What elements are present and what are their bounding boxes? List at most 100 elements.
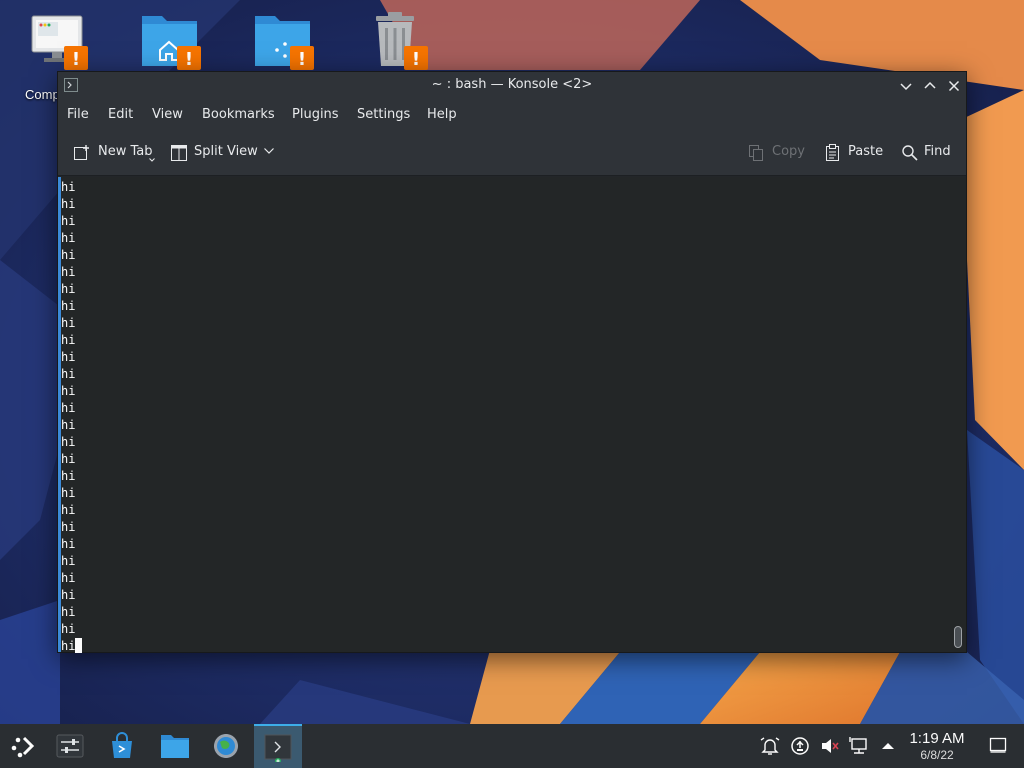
taskbar-konsole-button[interactable]	[254, 724, 302, 768]
terminal-line-text: hi	[61, 231, 76, 245]
menu-view[interactable]: View	[152, 107, 183, 122]
terminal-line-text: hi	[61, 214, 76, 228]
taskbar: 1:19 AM 6/8/22	[0, 724, 1024, 768]
copy-label: Copy	[772, 144, 805, 159]
taskbar-system-settings-button[interactable]	[46, 724, 94, 768]
terminal-line: hi	[61, 230, 82, 247]
new-tab-dropdown-icon[interactable]	[149, 158, 155, 162]
terminal-line-text: hi	[61, 299, 76, 313]
find-button[interactable]: Find	[901, 142, 957, 164]
terminal-line: hi	[61, 621, 82, 638]
system-tray-expand-icon[interactable]	[880, 736, 896, 756]
terminal-line-text: hi	[61, 316, 76, 330]
toolbar: New Tab Split View Copy Paste Find	[58, 130, 966, 176]
terminal-line-text: hi	[61, 180, 76, 194]
maximize-button[interactable]	[920, 76, 940, 96]
terminal-line-text: hi	[61, 197, 76, 211]
terminal-line: hi	[61, 332, 82, 349]
menu-help[interactable]: Help	[427, 107, 457, 122]
split-view-button[interactable]: Split View	[170, 142, 278, 164]
menu-plugins[interactable]: Plugins	[292, 107, 339, 122]
search-icon	[902, 145, 918, 161]
terminal-line-text: hi	[61, 350, 76, 364]
clock-time[interactable]: 1:19 AM	[902, 730, 972, 747]
terminal-line-text: hi	[61, 639, 76, 653]
terminal-scrollbar[interactable]	[948, 177, 966, 652]
taskbar-browser-button[interactable]	[202, 724, 250, 768]
terminal-line: hi	[61, 502, 82, 519]
close-button[interactable]	[944, 76, 964, 96]
terminal-line: hi	[61, 587, 82, 604]
show-desktop-icon[interactable]	[989, 736, 1007, 754]
scrollbar-thumb[interactable]	[954, 626, 962, 648]
terminal-cursor	[75, 638, 83, 653]
terminal-line: hi	[61, 468, 82, 485]
terminal-line-text: hi	[61, 333, 76, 347]
paste-icon	[826, 144, 839, 161]
new-tab-button[interactable]: New Tab	[73, 142, 161, 164]
terminal-line: hi	[61, 485, 82, 502]
terminal-line-text: hi	[61, 503, 76, 517]
volume-muted-icon[interactable]	[819, 736, 839, 756]
split-view-icon	[171, 145, 187, 161]
terminal-line-text: hi	[61, 520, 76, 534]
taskbar-discover-button[interactable]	[98, 724, 146, 768]
terminal-line-text: hi	[61, 571, 76, 585]
menu-settings[interactable]: Settings	[357, 107, 410, 122]
new-tab-label: New Tab	[98, 144, 153, 159]
konsole-window: ~ : bash — Konsole <2> File Edit View Bo…	[57, 71, 967, 653]
terminal-line: hi	[61, 366, 82, 383]
minimize-button[interactable]	[896, 76, 916, 96]
updates-icon[interactable]	[790, 736, 810, 756]
sliders-icon	[56, 734, 84, 758]
terminal-line-text: hi	[61, 605, 76, 619]
terminal-line-text: hi	[61, 537, 76, 551]
globe-gear-icon	[214, 734, 238, 758]
terminal-output: hi hi hi hi hi hi hi hi hi hi hi hi hi hi hi hi hi hi hi hi…	[61, 179, 83, 655]
terminal-line-text: hi	[61, 622, 76, 636]
terminal-line: hi	[61, 536, 82, 553]
menu-file[interactable]: File	[67, 107, 89, 122]
terminal-line: hi	[61, 196, 82, 213]
svg-text:!: !	[298, 49, 306, 70]
terminal-line: hi	[61, 451, 82, 468]
copy-button[interactable]: Copy	[748, 142, 805, 164]
terminal-line: hi	[61, 247, 82, 264]
taskbar-dolphin-button[interactable]	[150, 724, 198, 768]
terminal-line: hi	[61, 604, 82, 621]
menu-edit[interactable]: Edit	[108, 107, 133, 122]
menubar: File Edit View Bookmarks Plugins Setting…	[58, 100, 966, 130]
chevron-down-icon[interactable]	[264, 148, 274, 155]
window-titlebar[interactable]: ~ : bash — Konsole <2>	[58, 72, 966, 100]
application-launcher-button[interactable]	[0, 724, 48, 768]
clock-date[interactable]: 6/8/22	[902, 748, 972, 762]
network-folder-icon: !	[255, 16, 314, 70]
terminal-line: hi	[61, 264, 82, 281]
store-bag-icon	[112, 732, 132, 758]
terminal-icon	[264, 734, 292, 762]
terminal-line: hi	[61, 349, 82, 366]
terminal-line-text: hi	[61, 486, 76, 500]
terminal-line-text: hi	[61, 248, 76, 262]
svg-text:!: !	[185, 49, 193, 70]
network-wired-icon[interactable]	[849, 736, 869, 756]
terminal-line: hi	[61, 315, 82, 332]
terminal-line-text: hi	[61, 401, 76, 415]
paste-label: Paste	[848, 144, 884, 159]
terminal-line-text: hi	[61, 435, 76, 449]
copy-icon	[749, 145, 763, 161]
terminal-view[interactable]: hi hi hi hi hi hi hi hi hi hi hi hi hi hi hi hi hi hi hi hi…	[58, 177, 966, 655]
terminal-line-text: hi	[61, 588, 76, 602]
split-view-label: Split View	[194, 144, 258, 159]
terminal-line: hi	[61, 417, 82, 434]
alarm-clock-icon[interactable]	[760, 736, 780, 756]
terminal-line: hi	[61, 298, 82, 315]
menu-bookmarks[interactable]: Bookmarks	[202, 107, 275, 122]
folder-icon	[161, 735, 189, 758]
terminal-line-text: hi	[61, 282, 76, 296]
paste-button[interactable]: Paste	[824, 142, 884, 164]
terminal-line-text: hi	[61, 452, 76, 466]
terminal-line-text: hi	[61, 384, 76, 398]
find-label: Find	[924, 144, 951, 159]
terminal-line: hi	[61, 570, 82, 587]
